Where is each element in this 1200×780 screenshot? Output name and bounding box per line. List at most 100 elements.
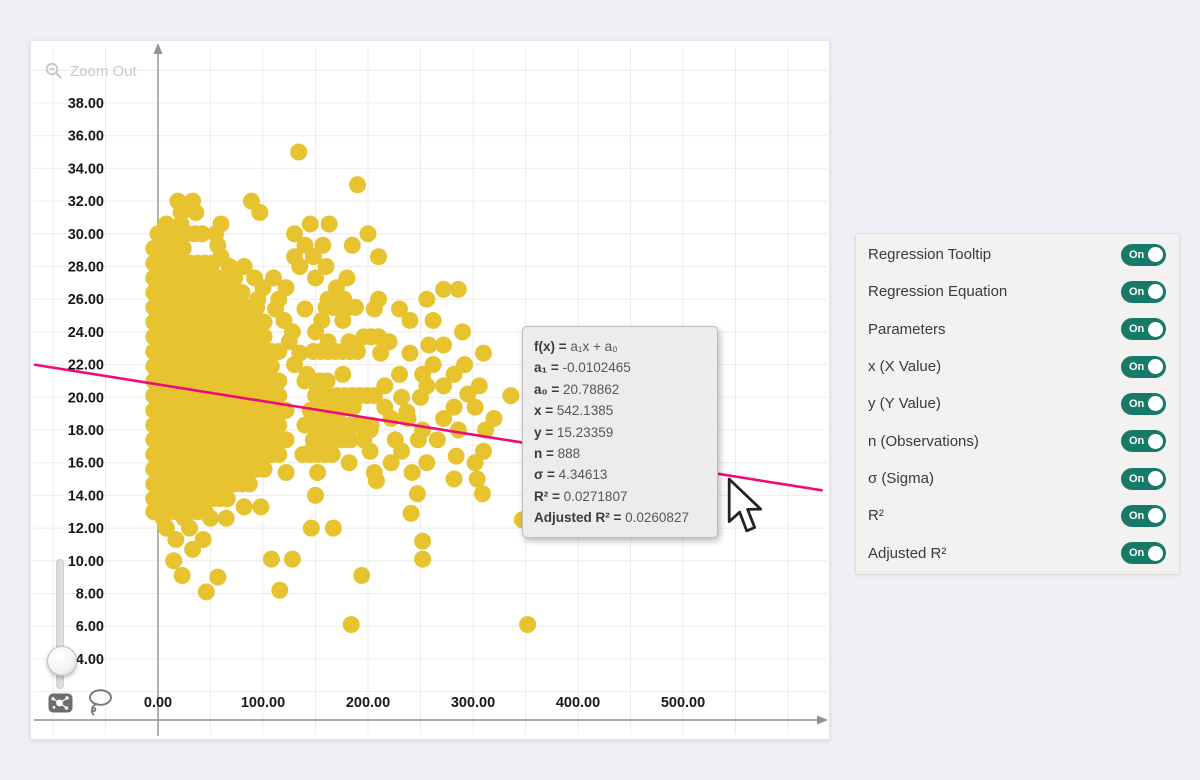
tooltip-row: σ = 4.34613 [534, 464, 706, 485]
toggle-on-label: On [1129, 547, 1144, 559]
svg-text:200.00: 200.00 [346, 695, 390, 711]
chart-panel: 38.0036.0034.0032.0030.0028.0026.0024.00… [30, 40, 830, 740]
toggle-switch[interactable]: On [1121, 281, 1166, 303]
toggle-on-label: On [1129, 510, 1144, 522]
svg-text:28.00: 28.00 [68, 260, 104, 276]
svg-text:30.00: 30.00 [68, 227, 104, 243]
zoom-out-button[interactable]: Zoom Out [45, 59, 137, 83]
toggle-on-label: On [1129, 435, 1144, 447]
chart-toolbar [48, 689, 113, 717]
svg-text:26.00: 26.00 [68, 292, 104, 308]
toggle-switch[interactable]: On [1121, 468, 1166, 490]
tooltip-row-label: y = [534, 425, 557, 440]
toggle-knob [1148, 471, 1163, 486]
tooltip-row-label: a₀ = [534, 382, 563, 397]
toggle-knob [1148, 396, 1163, 411]
tooltip-row-label: x = [534, 403, 557, 418]
tooltip-row-label: σ = [534, 467, 559, 482]
tooltip-row-value: 15.23359 [557, 425, 613, 440]
toggle-on-label: On [1129, 249, 1144, 261]
tooltip-row: a₀ = 20.78862 [534, 379, 706, 400]
tooltip-row: y = 15.23359 [534, 422, 706, 443]
settings-row: Regression Equation On [856, 274, 1179, 310]
settings-label: Adjusted R² [868, 545, 946, 562]
svg-text:12.00: 12.00 [68, 521, 104, 537]
tooltip-row-value: -0.0102465 [562, 360, 630, 375]
toggle-knob [1148, 546, 1163, 561]
svg-text:8.00: 8.00 [76, 587, 104, 603]
tooltip-row: R² = 0.0271807 [534, 486, 706, 507]
toggle-on-label: On [1129, 286, 1144, 298]
toggle-knob [1148, 247, 1163, 262]
settings-label: Parameters [868, 321, 946, 338]
settings-label: Regression Equation [868, 283, 1007, 300]
tooltip-row-label: n = [534, 446, 558, 461]
settings-row: n (Observations) On [856, 423, 1179, 459]
svg-text:4.00: 4.00 [76, 652, 104, 668]
settings-label: y (Y Value) [868, 395, 941, 412]
tooltip-row: a₁ = -0.0102465 [534, 357, 706, 378]
svg-text:0.00: 0.00 [144, 695, 172, 711]
settings-row: y (Y Value) On [856, 386, 1179, 422]
svg-text:22.00: 22.00 [68, 358, 104, 374]
toggle-on-label: On [1129, 473, 1144, 485]
toggle-knob [1148, 434, 1163, 449]
tooltip-row: f(x) = a₁x + a₀ [534, 336, 706, 357]
toggle-on-label: On [1129, 361, 1144, 373]
zoom-out-icon [45, 62, 63, 80]
svg-text:10.00: 10.00 [68, 554, 104, 570]
svg-text:300.00: 300.00 [451, 695, 495, 711]
toggle-knob [1148, 508, 1163, 523]
settings-row: Regression Tooltip On [856, 237, 1179, 273]
settings-label: x (X Value) [868, 358, 941, 375]
tooltip-row-value: 888 [558, 446, 581, 461]
svg-text:36.00: 36.00 [68, 129, 104, 145]
settings-row: R² On [856, 498, 1179, 534]
svg-text:24.00: 24.00 [68, 325, 104, 341]
toggle-switch[interactable]: On [1121, 430, 1166, 452]
settings-row: Adjusted R² On [856, 535, 1179, 571]
svg-text:6.00: 6.00 [76, 619, 104, 635]
toggle-knob [1148, 359, 1163, 374]
svg-text:14.00: 14.00 [68, 488, 104, 504]
toggle-knob [1148, 322, 1163, 337]
toggle-switch[interactable]: On [1121, 244, 1166, 266]
tooltip-row: n = 888 [534, 443, 706, 464]
scatter-points-icon[interactable] [48, 693, 73, 713]
tooltip-row-label: Adjusted R² = [534, 510, 625, 525]
settings-label: n (Observations) [868, 433, 979, 450]
svg-text:38.00: 38.00 [68, 96, 104, 112]
tooltip-row-value: a₁x + a₀ [570, 339, 617, 354]
svg-text:32.00: 32.00 [68, 194, 104, 210]
tooltip-row-value: 542.1385 [557, 403, 613, 418]
tooltip-row-value: 4.34613 [559, 467, 608, 482]
svg-text:20.00: 20.00 [68, 390, 104, 406]
tooltip-row: Adjusted R² = 0.0260827 [534, 507, 706, 528]
tooltip-row-label: R² = [534, 489, 564, 504]
tooltip-row-label: a₁ = [534, 360, 562, 375]
zoom-slider-thumb[interactable] [47, 646, 77, 676]
toggle-switch[interactable]: On [1121, 356, 1166, 378]
tooltip-row-value: 0.0271807 [564, 489, 628, 504]
toggle-on-label: On [1129, 323, 1144, 335]
settings-label: R² [868, 507, 884, 524]
tooltip-row: x = 542.1385 [534, 400, 706, 421]
tooltip-row-value: 0.0260827 [625, 510, 689, 525]
toggle-switch[interactable]: On [1121, 393, 1166, 415]
zoom-out-label: Zoom Out [70, 63, 137, 80]
toggle-switch[interactable]: On [1121, 318, 1166, 340]
settings-panel: Regression Tooltip On Regression Equatio… [855, 233, 1180, 575]
svg-text:16.00: 16.00 [68, 456, 104, 472]
settings-row: x (X Value) On [856, 349, 1179, 385]
toggle-switch[interactable]: On [1121, 542, 1166, 564]
settings-label: σ (Sigma) [868, 470, 934, 487]
svg-text:400.00: 400.00 [556, 695, 600, 711]
toggle-on-label: On [1129, 398, 1144, 410]
svg-text:500.00: 500.00 [661, 695, 705, 711]
settings-label: Regression Tooltip [868, 246, 991, 263]
settings-row: σ (Sigma) On [856, 461, 1179, 497]
tooltip-row-label: f(x) = [534, 339, 570, 354]
toggle-switch[interactable]: On [1121, 505, 1166, 527]
lasso-icon[interactable] [87, 689, 113, 717]
regression-tooltip: f(x) = a₁x + a₀ a₁ = -0.0102465 a₀ = 20.… [522, 326, 718, 538]
